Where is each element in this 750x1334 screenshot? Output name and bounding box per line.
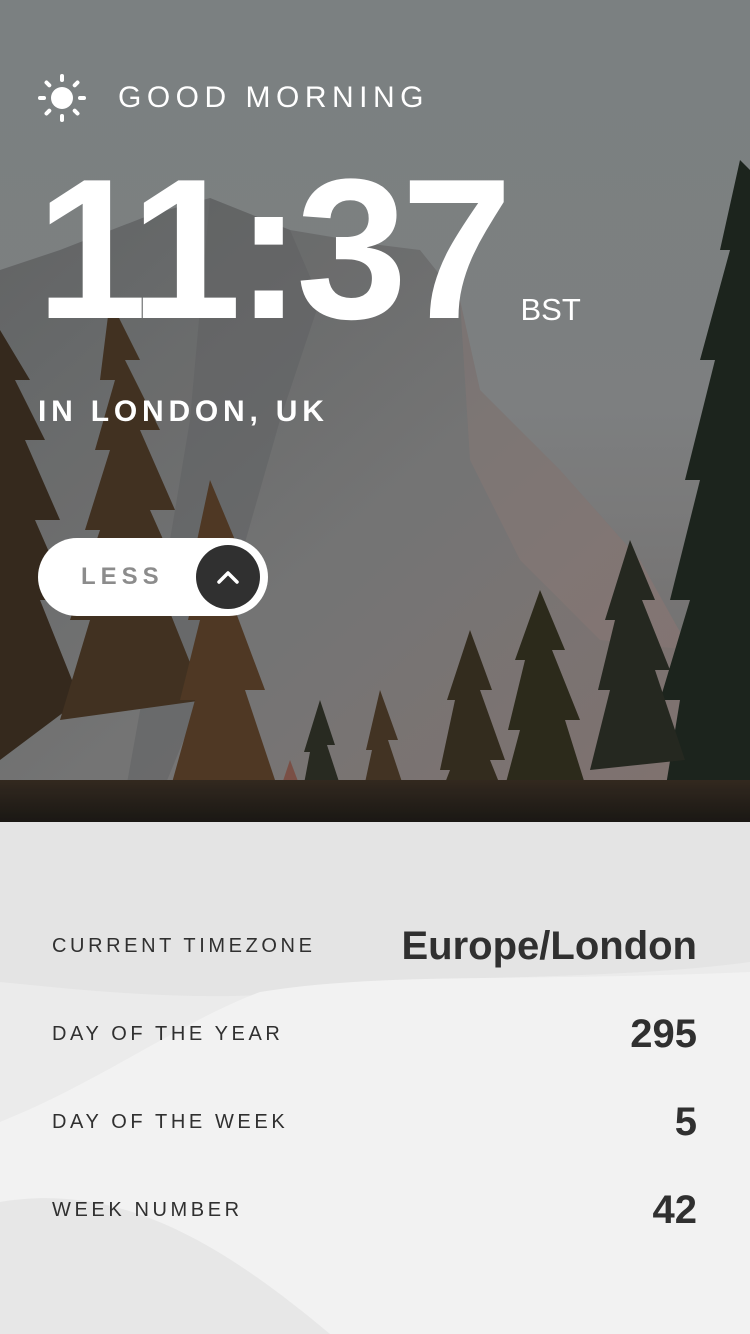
panel-background <box>0 822 750 1334</box>
detail-value: 295 <box>630 1011 697 1056</box>
greeting: GOOD MORNING <box>38 74 429 122</box>
detail-label: DAY OF THE YEAR <box>52 1022 284 1045</box>
detail-label: DAY OF THE WEEK <box>52 1110 289 1133</box>
detail-value: 42 <box>652 1187 698 1232</box>
detail-label: CURRENT TIMEZONE <box>52 934 316 957</box>
greeting-text: GOOD MORNING <box>118 81 429 114</box>
time-display: 11:37 BST <box>36 150 581 350</box>
less-toggle-label: LESS <box>81 563 164 590</box>
less-toggle-button[interactable]: LESS <box>38 538 268 616</box>
detail-label: WEEK NUMBER <box>52 1198 243 1221</box>
detail-row-day-of-week: DAY OF THE WEEK 5 <box>52 1092 697 1152</box>
current-time: 11:37 <box>36 138 512 361</box>
detail-row-day-of-year: DAY OF THE YEAR 295 <box>52 1004 697 1064</box>
chevron-up-icon <box>196 545 260 609</box>
detail-row-week-number: WEEK NUMBER 42 <box>52 1180 697 1240</box>
detail-row-timezone: CURRENT TIMEZONE Europe/London <box>52 916 697 976</box>
clock-app: GOOD MORNING 11:37 BST IN LONDON, UK LES… <box>0 0 750 1334</box>
detail-value: Europe/London <box>401 923 697 968</box>
sun-icon <box>38 74 86 122</box>
clock-header: GOOD MORNING 11:37 BST IN LONDON, UK LES… <box>0 0 750 822</box>
timezone-abbreviation: BST <box>520 292 581 327</box>
detail-value: 5 <box>674 1099 697 1144</box>
location-label: IN LONDON, UK <box>38 395 329 428</box>
details-panel: CURRENT TIMEZONE Europe/London DAY OF TH… <box>0 822 750 1334</box>
